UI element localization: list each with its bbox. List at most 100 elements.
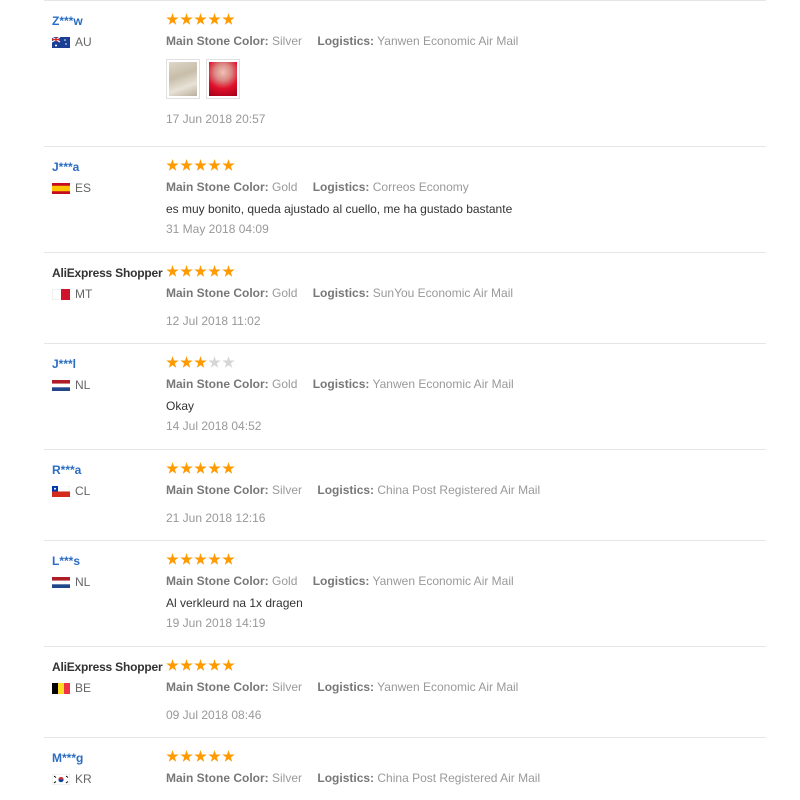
color-label: Main Stone Color: (166, 180, 269, 194)
reviewer-name[interactable]: L***s (52, 553, 167, 569)
star-rating (166, 462, 756, 478)
star-filled-icon (222, 159, 235, 171)
color-label: Main Stone Color: (166, 286, 269, 300)
star-filled-icon (166, 553, 179, 565)
star-rating (166, 265, 756, 281)
star-filled-icon (180, 659, 193, 671)
star-filled-icon (208, 659, 221, 671)
reviewer-country: NL (52, 575, 167, 589)
star-filled-icon (194, 659, 207, 671)
country-code: AU (75, 35, 92, 49)
logistics-label: Logistics: (312, 377, 370, 391)
review-photo-thumbnail[interactable] (166, 59, 200, 99)
review-attributes: Main Stone Color: Gold Logistics: Correo… (166, 179, 756, 195)
star-rating (166, 159, 756, 175)
review-content: Main Stone Color: Gold Logistics: SunYou… (166, 265, 756, 329)
logistics-label: Logistics: (312, 286, 370, 300)
star-filled-icon (180, 13, 193, 25)
reviewer-name[interactable]: M***g (52, 750, 167, 766)
star-filled-icon (166, 356, 179, 368)
star-filled-icon (222, 750, 235, 762)
star-rating (166, 553, 756, 569)
star-filled-icon (180, 462, 193, 474)
color-value: Gold (272, 180, 298, 194)
review-content: Main Stone Color: Gold Logistics: Yanwen… (166, 356, 756, 434)
review-attributes: Main Stone Color: Silver Logistics: Yanw… (166, 33, 756, 49)
country-code: BE (75, 681, 92, 695)
logistics-label: Logistics: (317, 483, 375, 497)
review-item: L***s NL Main Stone Color: Gold Logistic… (44, 540, 766, 646)
reviewer-name[interactable]: R***a (52, 462, 167, 478)
au-flag-icon (52, 36, 70, 48)
review-content: Main Stone Color: Silver Logistics: Yanw… (166, 13, 756, 127)
color-label: Main Stone Color: (166, 574, 269, 588)
reviewer-info: AliExpress Shopper MT (52, 265, 167, 301)
review-content: Main Stone Color: Gold Logistics: Correo… (166, 159, 756, 237)
review-attributes: Main Stone Color: Gold Logistics: Yanwen… (166, 376, 756, 392)
nl-flag-icon (52, 379, 70, 391)
review-item: AliExpress Shopper MT Main Stone Color: … (44, 252, 766, 343)
color-value: Silver (272, 680, 303, 694)
star-empty-icon (208, 356, 221, 368)
star-filled-icon (208, 265, 221, 277)
logistics-label: Logistics: (317, 771, 375, 785)
reviewer-info: R***a CL (52, 462, 167, 498)
logistics-value: SunYou Economic Air Mail (372, 286, 514, 300)
star-filled-icon (194, 159, 207, 171)
review-date: 21 Jun 2018 12:16 (166, 511, 266, 525)
star-filled-icon (222, 265, 235, 277)
reviewer-name[interactable]: Z***w (52, 13, 167, 29)
reviewer-info: AliExpress Shopper BE (52, 659, 167, 695)
country-code: ES (75, 181, 92, 195)
logistics-value: China Post Registered Air Mail (377, 483, 541, 497)
logistics-value: China Post Registered Air Mail (377, 771, 541, 785)
reviewer-country: NL (52, 378, 167, 392)
review-content: Main Stone Color: Silver Logistics: Chin… (166, 462, 756, 526)
reviewer-name[interactable]: J***l (52, 356, 167, 372)
nl-flag-icon (52, 576, 70, 588)
star-filled-icon (208, 159, 221, 171)
color-value: Gold (272, 286, 298, 300)
review-item: J***l NL Main Stone Color: Gold Logistic… (44, 343, 766, 449)
review-photo-thumbnail[interactable] (206, 59, 240, 99)
star-filled-icon (166, 462, 179, 474)
logistics-value: Correos Economy (372, 180, 469, 194)
star-rating (166, 13, 756, 29)
feedback-list: Z***w AU Main Stone Color: Silver Logist… (44, 0, 766, 800)
color-label: Main Stone Color: (166, 483, 269, 497)
star-filled-icon (194, 265, 207, 277)
star-filled-icon (166, 659, 179, 671)
color-value: Silver (272, 483, 303, 497)
color-label: Main Stone Color: (166, 771, 269, 785)
review-item: J***a ES Main Stone Color: Gold Logistic… (44, 146, 766, 252)
star-filled-icon (208, 750, 221, 762)
color-value: Gold (272, 377, 298, 391)
cl-flag-icon (52, 485, 70, 497)
logistics-value: Yanwen Economic Air Mail (377, 34, 519, 48)
es-flag-icon (52, 182, 70, 194)
star-filled-icon (166, 13, 179, 25)
reviewer-info: L***s NL (52, 553, 167, 589)
logistics-label: Logistics: (317, 680, 375, 694)
reviewer-info: M***g KR (52, 750, 167, 786)
reviewer-country: KR (52, 772, 167, 786)
star-filled-icon (194, 462, 207, 474)
review-text: Okay (166, 399, 195, 413)
star-filled-icon (166, 265, 179, 277)
review-attributes: Main Stone Color: Silver Logistics: Chin… (166, 482, 756, 498)
reviewer-info: Z***w AU (52, 13, 167, 49)
country-code: KR (75, 772, 92, 786)
reviewer-country: MT (52, 287, 167, 301)
reviewer-info: J***l NL (52, 356, 167, 392)
review-date: 19 Jun 2018 14:19 (166, 616, 266, 630)
star-filled-icon (208, 553, 221, 565)
reviewer-name[interactable]: J***a (52, 159, 167, 175)
country-code: NL (75, 378, 91, 392)
star-filled-icon (180, 356, 193, 368)
star-filled-icon (222, 659, 235, 671)
color-label: Main Stone Color: (166, 680, 269, 694)
logistics-value: Yanwen Economic Air Mail (372, 574, 514, 588)
star-filled-icon (194, 750, 207, 762)
reviewer-country: BE (52, 681, 167, 695)
reviewer-info: J***a ES (52, 159, 167, 195)
